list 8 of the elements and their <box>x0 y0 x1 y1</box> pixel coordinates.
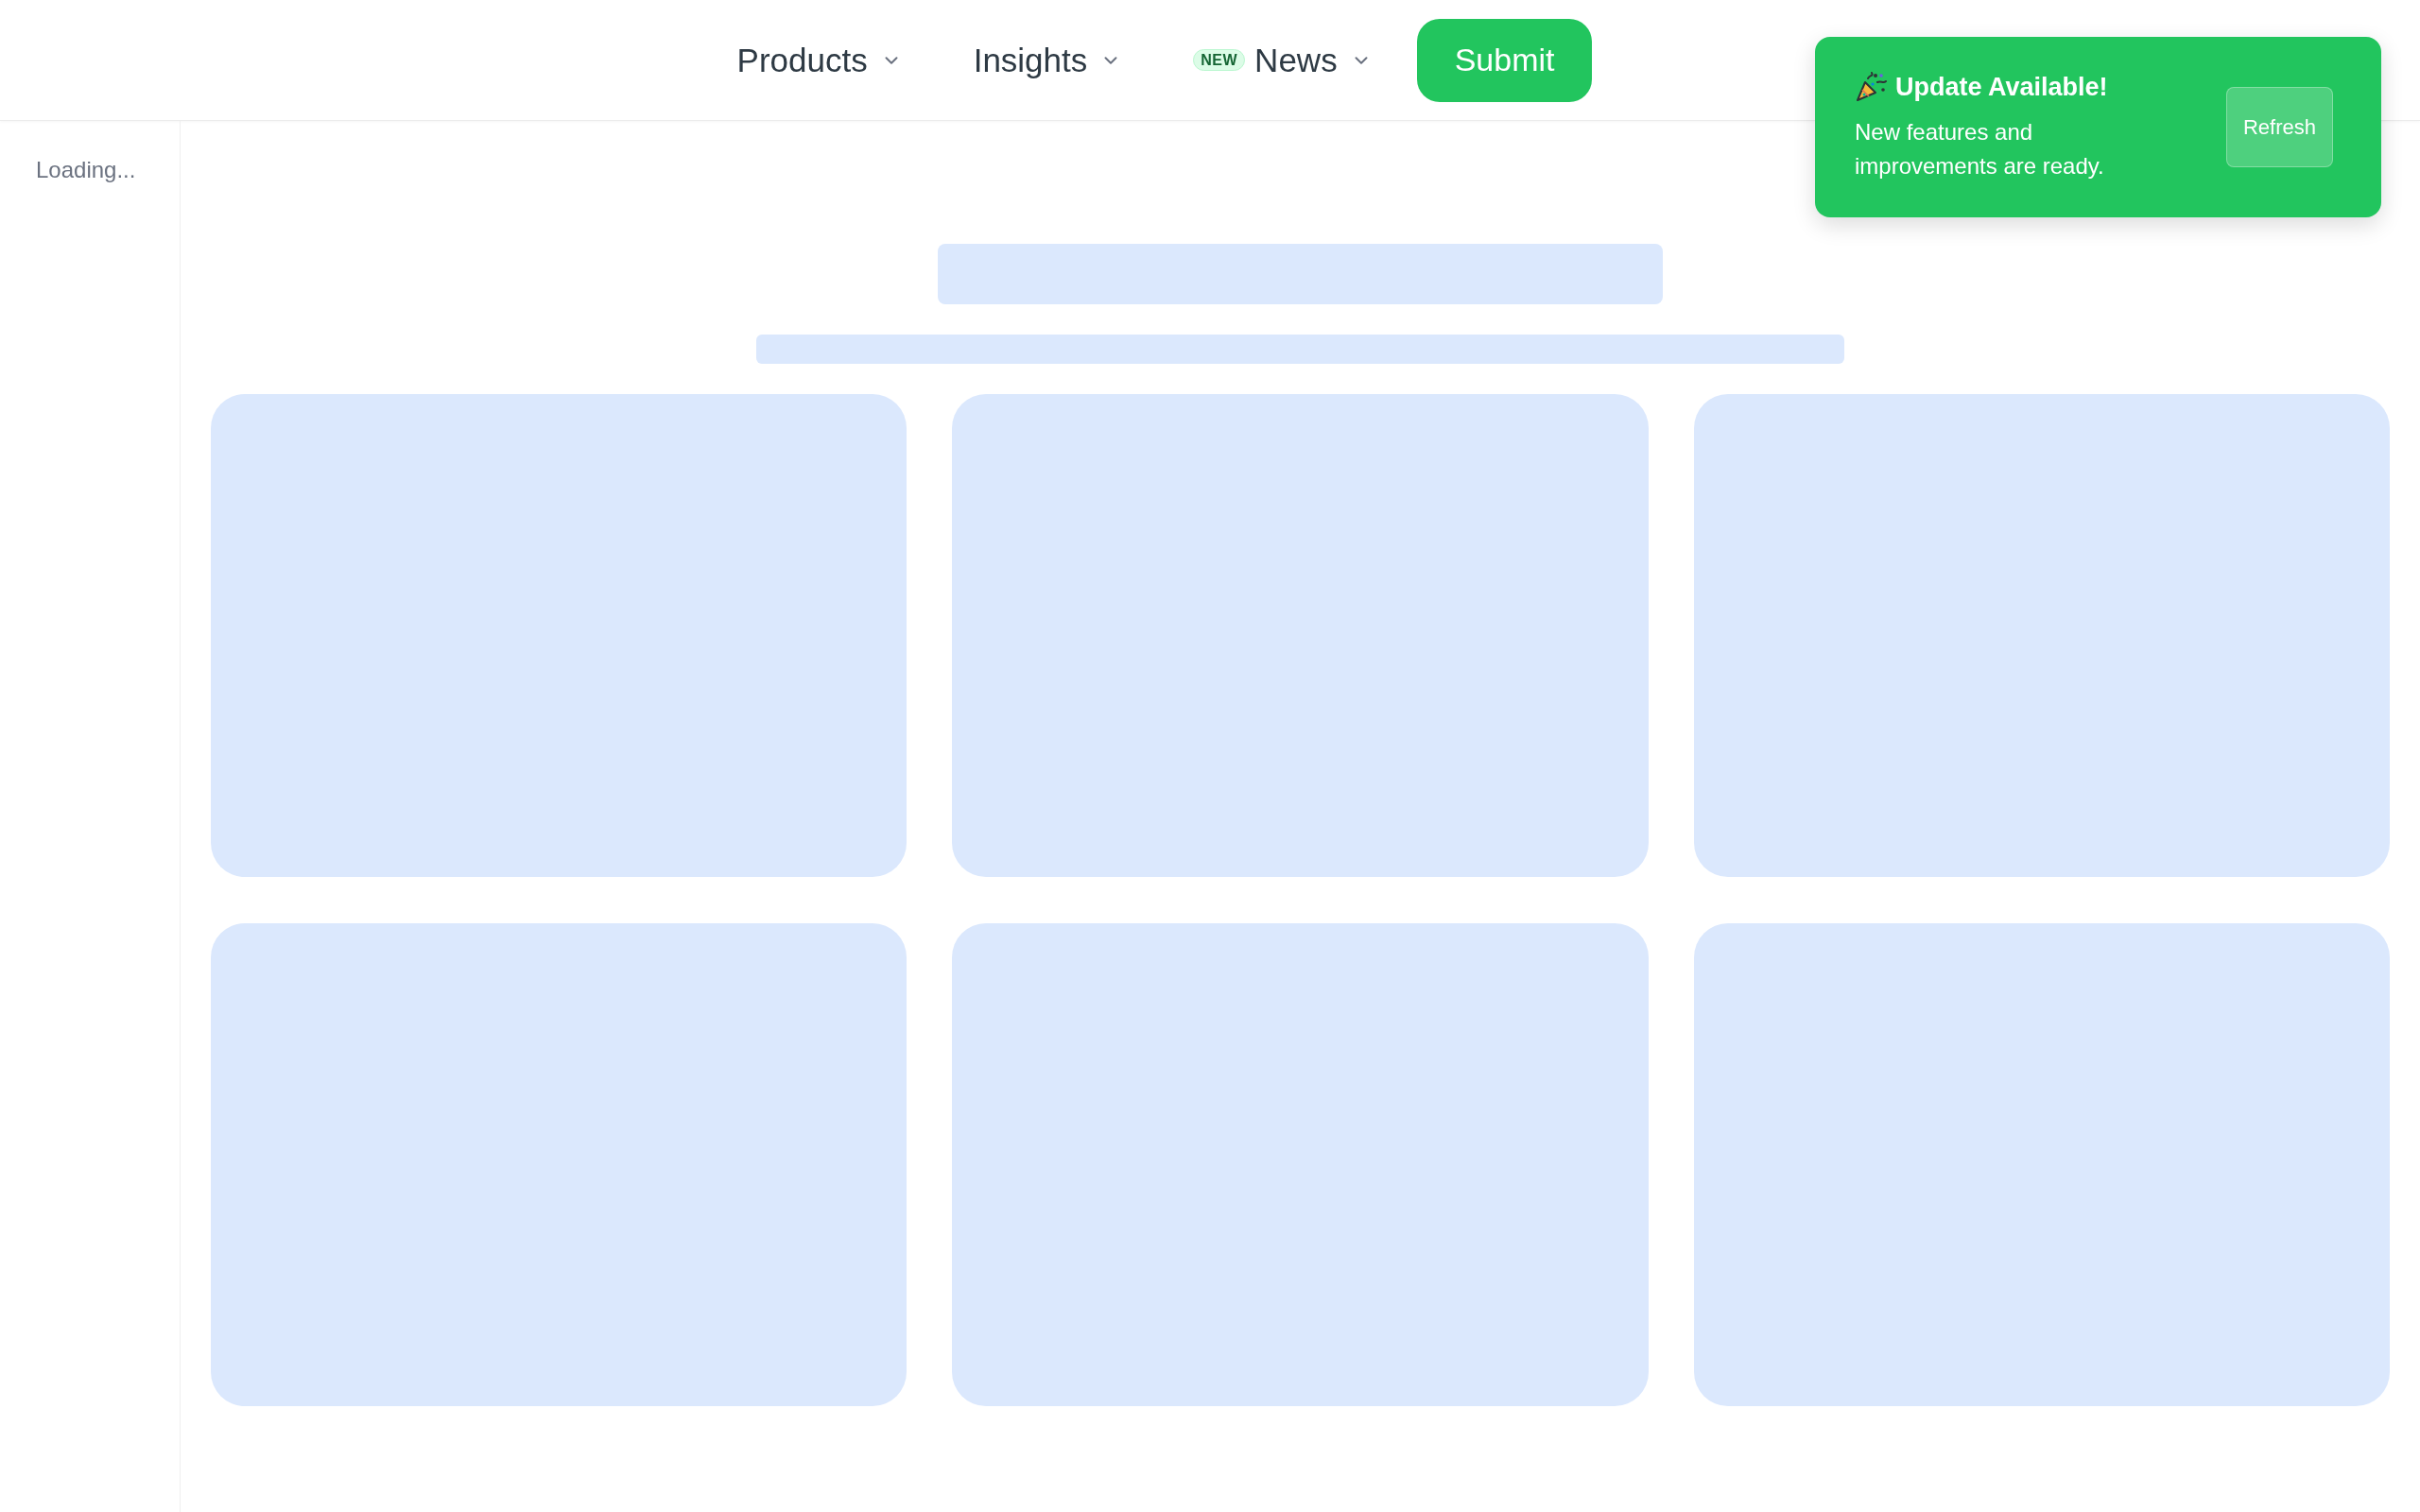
toast-title: Update Available! <box>1895 72 2108 103</box>
party-popper-icon <box>1855 71 1887 103</box>
new-badge: NEW <box>1193 49 1246 71</box>
nav-menu-item[interactable]: NEW News <box>1193 43 1372 77</box>
nav-menu-item[interactable]: Insights <box>973 43 1122 77</box>
toast-message: New features and improvements are ready. <box>1855 118 2105 180</box>
loading-text: Loading... <box>36 157 136 182</box>
nav-menu-item[interactable]: Products <box>736 43 902 77</box>
